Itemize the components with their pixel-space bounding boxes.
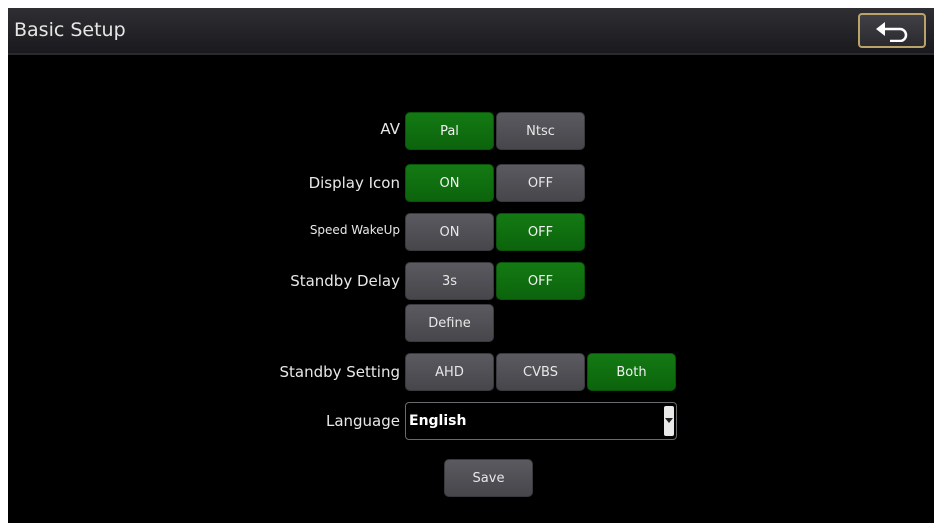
speed-wakeup-on-button[interactable]: ON: [405, 213, 494, 251]
standby-delay-off-button[interactable]: OFF: [496, 262, 585, 300]
standby-setting-label: Standby Setting: [279, 363, 401, 381]
standby-setting-cvbs-button[interactable]: CVBS: [496, 353, 585, 391]
speed-wakeup-label: Speed WakeUp: [309, 223, 400, 237]
av-label: AV: [380, 120, 400, 138]
standby-delay-3s-button[interactable]: 3s: [405, 262, 494, 300]
av-ntsc-button[interactable]: Ntsc: [496, 112, 585, 150]
language-select[interactable]: English: [405, 402, 677, 440]
page-title: Basic Setup: [14, 19, 126, 41]
standby-delay-label: Standby Delay: [290, 272, 400, 290]
back-arrow-icon: [876, 22, 908, 42]
save-button[interactable]: Save: [444, 459, 533, 497]
language-value: English: [409, 413, 467, 429]
back-button[interactable]: [858, 13, 926, 48]
display-icon-off-button[interactable]: OFF: [496, 164, 585, 202]
basic-setup-screen: Basic Setup AV Pal Ntsc Display Icon ON …: [8, 8, 934, 523]
standby-setting-ahd-button[interactable]: AHD: [405, 353, 494, 391]
display-icon-label: Display Icon: [308, 174, 400, 192]
speed-wakeup-off-button[interactable]: OFF: [496, 213, 585, 251]
dropdown-arrow-icon[interactable]: [664, 406, 674, 436]
standby-setting-both-button[interactable]: Both: [587, 353, 676, 391]
display-icon-on-button[interactable]: ON: [405, 164, 494, 202]
av-pal-button[interactable]: Pal: [405, 112, 494, 150]
language-label: Language: [325, 412, 400, 430]
standby-delay-define-button[interactable]: Define: [405, 304, 494, 342]
header-divider: [8, 53, 934, 55]
title-bar: Basic Setup: [8, 8, 934, 53]
